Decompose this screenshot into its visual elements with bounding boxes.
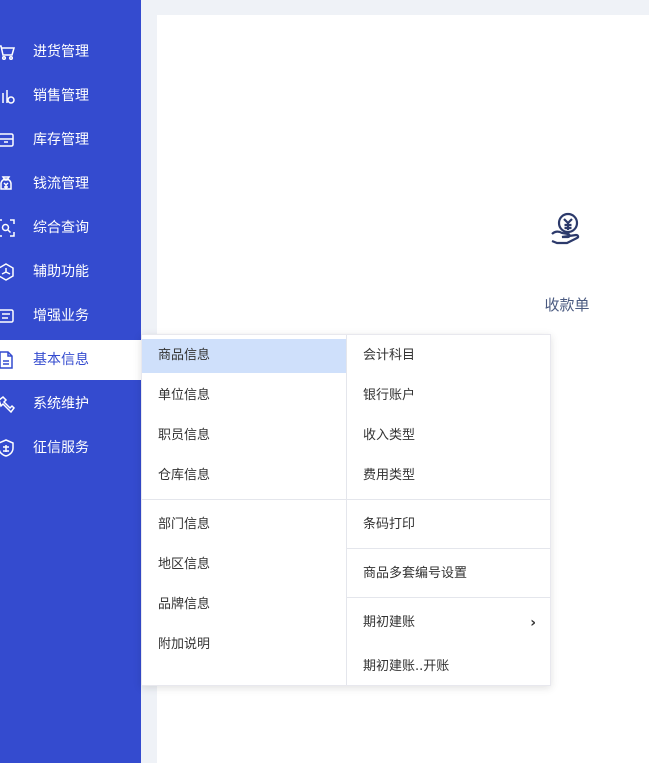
menu-item-label: 期初建账	[363, 615, 416, 630]
receipt-money-hand-icon	[549, 210, 585, 246]
nav-item-purchase[interactable]: 进货管理	[0, 32, 141, 72]
nav-item-sales[interactable]: 销售管理	[0, 76, 141, 116]
sidebar: 进货管理 销售管理 库存管理 钱流管理 综合查询 辅助功能 增强业务 基本信息 …	[0, 0, 141, 763]
nav-label: 增强业务	[33, 308, 89, 324]
nav-label: 系统维护	[33, 396, 89, 412]
nav-label: 征信服务	[33, 440, 89, 456]
menu-item-unit-info[interactable]: 单位信息	[142, 379, 346, 413]
inventory-box-icon	[0, 131, 15, 149]
menu-item-additional-notes[interactable]: 附加说明	[142, 628, 346, 662]
menu-item-warehouse-info[interactable]: 仓库信息	[142, 459, 346, 493]
search-scan-icon	[0, 219, 15, 237]
menu-item-product-info[interactable]: 商品信息	[142, 339, 346, 373]
nav-label: 基本信息	[33, 352, 89, 368]
nav-label: 辅助功能	[33, 264, 89, 280]
menu-separator	[347, 499, 550, 500]
menu-item-staff-info[interactable]: 职员信息	[142, 419, 346, 453]
menu-item-income-type[interactable]: 收入类型	[347, 419, 550, 453]
cart-icon	[0, 43, 15, 61]
menu-item-accounting-subjects[interactable]: 会计科目	[347, 339, 550, 373]
nav-item-basic-info[interactable]: 基本信息	[0, 340, 141, 380]
nav-item-inventory[interactable]: 库存管理	[0, 120, 141, 160]
menu-item-opening-setup-open[interactable]: 期初建账..开账	[347, 650, 550, 684]
chevron-right-icon: ›	[530, 615, 536, 631]
menu-item-multi-code-settings[interactable]: 商品多套编号设置	[347, 557, 550, 591]
menu-item-opening-setup[interactable]: 期初建账 ›	[347, 606, 550, 640]
sales-chart-icon	[0, 87, 15, 105]
menu-separator	[347, 548, 550, 549]
menu-item-bank-account[interactable]: 银行账户	[347, 379, 550, 413]
menu-item-expense-type[interactable]: 费用类型	[347, 459, 550, 493]
menu-item-barcode-print[interactable]: 条码打印	[347, 508, 550, 542]
nav-item-query[interactable]: 综合查询	[0, 208, 141, 248]
menu-separator	[142, 499, 346, 500]
nav-item-enhanced[interactable]: 增强业务	[0, 296, 141, 336]
nav-item-auxiliary[interactable]: 辅助功能	[0, 252, 141, 292]
money-bag-icon	[0, 175, 15, 193]
menu-item-brand-info[interactable]: 品牌信息	[142, 588, 346, 622]
document-list-icon	[0, 307, 15, 325]
credit-shield-icon	[0, 439, 15, 457]
shortcut-label: 收款单	[544, 296, 590, 314]
nav-label: 销售管理	[33, 88, 89, 104]
nav-item-cashflow[interactable]: 钱流管理	[0, 164, 141, 204]
menu-item-department-info[interactable]: 部门信息	[142, 508, 346, 542]
file-icon	[0, 351, 15, 369]
menu-separator	[347, 597, 550, 598]
shortcut-receipt[interactable]: 收款单	[532, 210, 602, 320]
wrench-icon	[0, 395, 15, 413]
cube-icon	[0, 263, 15, 281]
basic-info-submenu: 商品信息 单位信息 职员信息 仓库信息 部门信息 地区信息 品牌信息 附加说明 …	[141, 334, 551, 686]
nav-label: 库存管理	[33, 132, 89, 148]
nav-item-credit[interactable]: 征信服务	[0, 428, 141, 468]
nav-item-system[interactable]: 系统维护	[0, 384, 141, 424]
nav-label: 综合查询	[33, 220, 89, 236]
nav-label: 钱流管理	[33, 176, 89, 192]
menu-item-region-info[interactable]: 地区信息	[142, 548, 346, 582]
nav-label: 进货管理	[33, 44, 89, 60]
